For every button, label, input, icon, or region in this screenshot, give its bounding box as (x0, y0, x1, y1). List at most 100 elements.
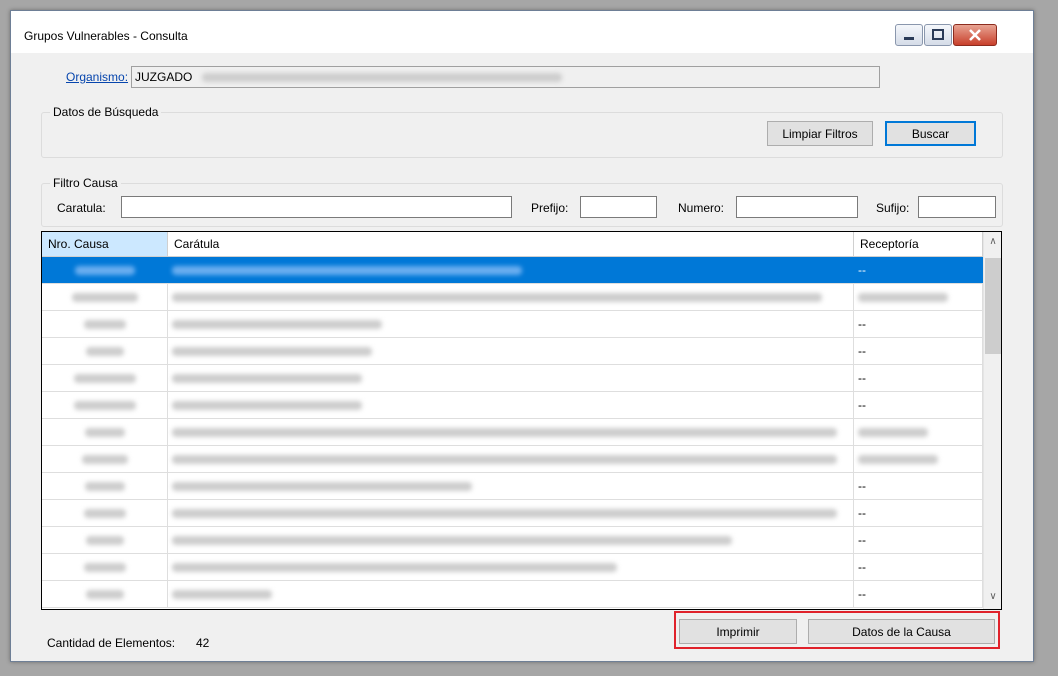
cell-receptoria: -- (854, 365, 983, 391)
cell-caratula (168, 581, 854, 607)
redacted-text (172, 590, 272, 600)
imprimir-button[interactable]: Imprimir (679, 619, 797, 644)
redacted-text (83, 509, 126, 519)
cell-caratula (168, 446, 854, 472)
minimize-button[interactable] (895, 24, 923, 46)
table-row[interactable]: -- (42, 581, 983, 608)
header-receptoria[interactable]: Receptoría (854, 232, 983, 256)
redacted-text (73, 401, 136, 411)
table-row[interactable]: -- (42, 311, 983, 338)
table-row[interactable]: -- (42, 338, 983, 365)
cell-nro-causa (42, 311, 168, 337)
redacted-text (858, 428, 928, 438)
cell-nro-causa (42, 581, 168, 607)
cell-caratula (168, 392, 854, 418)
cell-caratula (168, 473, 854, 499)
cell-nro-causa (42, 284, 168, 310)
table-row[interactable]: -- (42, 554, 983, 581)
scroll-up-icon[interactable]: ∧ (984, 232, 1001, 252)
buscar-button[interactable]: Buscar (885, 121, 976, 146)
table-row[interactable]: -- (42, 257, 983, 284)
cell-caratula (168, 284, 854, 310)
cell-receptoria: -- (854, 581, 983, 607)
cell-caratula (168, 527, 854, 553)
cell-nro-causa (42, 365, 168, 391)
causas-grid[interactable]: Nro. Causa Carátula Receptoría -- -- -- -- -… (41, 231, 1002, 610)
close-button[interactable] (953, 24, 997, 46)
cell-receptoria: -- (854, 554, 983, 580)
redacted-text (83, 320, 126, 330)
sufijo-input[interactable] (918, 196, 996, 218)
redacted-text (172, 374, 362, 384)
redacted-text (84, 482, 125, 492)
table-row[interactable] (42, 446, 983, 473)
redacted-text (73, 374, 136, 384)
redacted-text (172, 347, 372, 357)
cell-caratula (168, 257, 854, 283)
organismo-redacted (201, 73, 562, 83)
window-title: Grupos Vulnerables - Consulta (24, 29, 188, 43)
datos-busqueda-title: Datos de Búsqueda (50, 105, 162, 119)
organismo-field: JUZGADO (131, 66, 880, 88)
header-caratula[interactable]: Carátula (168, 232, 854, 256)
redacted-text (172, 563, 617, 573)
cell-receptoria (854, 419, 983, 445)
maximize-button[interactable] (924, 24, 952, 46)
grid-scrollbar[interactable]: ∧ ∨ (983, 232, 1001, 609)
table-row[interactable] (42, 419, 983, 446)
redacted-text (85, 347, 124, 357)
caratula-label: Caratula: (57, 201, 106, 215)
cell-receptoria: -- (854, 338, 983, 364)
datos-causa-button[interactable]: Datos de la Causa (808, 619, 995, 644)
table-row[interactable]: -- (42, 365, 983, 392)
redacted-text (83, 563, 126, 573)
cell-caratula (168, 338, 854, 364)
cell-nro-causa (42, 419, 168, 445)
redacted-text (172, 320, 382, 330)
scroll-down-icon[interactable]: ∨ (984, 587, 1001, 607)
redacted-text (172, 455, 837, 465)
redacted-text (74, 266, 135, 276)
redacted-text (81, 455, 128, 465)
table-row[interactable]: -- (42, 500, 983, 527)
cell-caratula (168, 419, 854, 445)
table-row[interactable]: -- (42, 473, 983, 500)
close-icon (969, 29, 981, 41)
redacted-text (85, 590, 124, 600)
caratula-input[interactable] (121, 196, 512, 218)
redacted-text (71, 293, 138, 303)
table-row[interactable]: -- (42, 527, 983, 554)
filtro-causa-group: Filtro Causa Caratula: Prefijo: Numero: … (41, 176, 1003, 227)
prefijo-input[interactable] (580, 196, 657, 218)
limpiar-filtros-button[interactable]: Limpiar Filtros (767, 121, 873, 146)
cell-receptoria (854, 284, 983, 310)
redacted-text (172, 428, 837, 438)
sufijo-label: Sufijo: (876, 201, 910, 215)
cell-receptoria: -- (854, 527, 983, 553)
redacted-text (172, 293, 822, 303)
prefijo-label: Prefijo: (531, 201, 569, 215)
app-window: Grupos Vulnerables - Consulta Organismo:… (10, 10, 1034, 662)
cell-nro-causa (42, 446, 168, 472)
cell-receptoria: -- (854, 392, 983, 418)
cantidad-value: 42 (196, 636, 210, 650)
numero-input[interactable] (736, 196, 858, 218)
cell-nro-causa (42, 500, 168, 526)
header-nro-causa[interactable]: Nro. Causa (42, 232, 168, 256)
cell-caratula (168, 365, 854, 391)
scroll-thumb[interactable] (985, 258, 1001, 354)
redacted-text (172, 482, 472, 492)
cell-caratula (168, 311, 854, 337)
title-bar[interactable]: Grupos Vulnerables - Consulta (11, 11, 1033, 53)
cantidad-label: Cantidad de Elementos: (47, 636, 176, 650)
table-row[interactable] (42, 284, 983, 311)
table-row[interactable]: -- (42, 392, 983, 419)
cell-nro-causa (42, 473, 168, 499)
filtro-causa-title: Filtro Causa (50, 176, 121, 190)
organismo-link[interactable]: Organismo: (66, 70, 128, 84)
client-area: Organismo: JUZGADO Datos de Búsqueda Lim… (11, 53, 1033, 661)
redacted-text (172, 401, 362, 411)
redacted-text (858, 455, 938, 465)
cell-caratula (168, 500, 854, 526)
grid-header: Nro. Causa Carátula Receptoría (42, 232, 983, 257)
